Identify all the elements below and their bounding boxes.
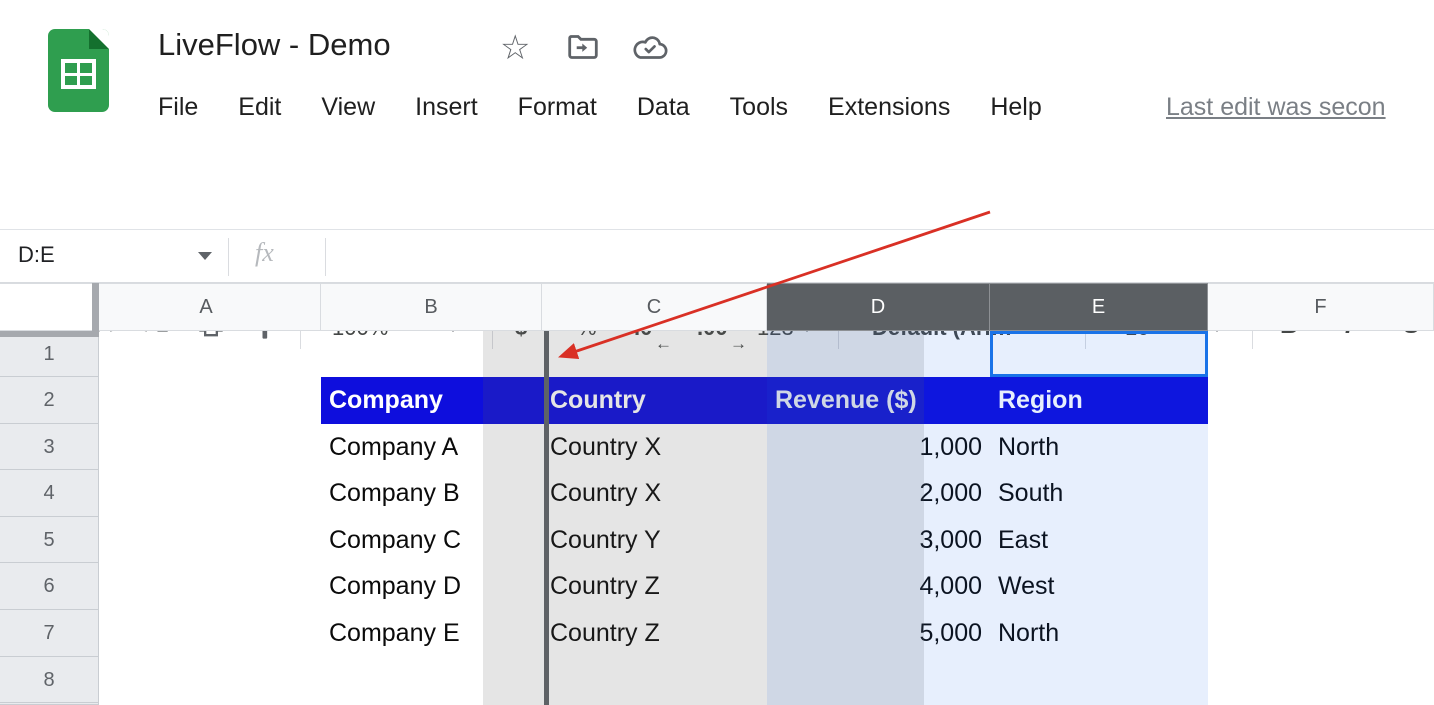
- toolbar: 100% $ % .0 ← .00 → 123 Default (Ari… 10…: [0, 142, 1434, 230]
- menu-item-file[interactable]: File: [158, 93, 198, 122]
- column-header-e-selected[interactable]: E: [990, 283, 1208, 331]
- column-header-a[interactable]: A: [92, 283, 321, 331]
- logo-grid: [61, 59, 96, 89]
- freeze-row-handle[interactable]: [0, 331, 99, 337]
- formula-input[interactable]: [340, 235, 1424, 277]
- row-header-2[interactable]: 2: [0, 377, 99, 424]
- menu-item-view[interactable]: View: [321, 93, 375, 122]
- row-header-4[interactable]: 4: [0, 470, 99, 517]
- row-header-8[interactable]: 8: [0, 657, 99, 703]
- row-header-5[interactable]: 5: [0, 517, 99, 563]
- column-header-d-selected[interactable]: D: [767, 283, 990, 331]
- select-all-corner[interactable]: [0, 283, 92, 331]
- document-title[interactable]: LiveFlow - Demo: [158, 27, 391, 63]
- move-to-folder-icon[interactable]: [566, 33, 600, 61]
- row-header-6[interactable]: 6: [0, 563, 99, 610]
- sheets-logo-icon[interactable]: [48, 29, 109, 112]
- menu-item-edit[interactable]: Edit: [238, 93, 281, 122]
- fx-icon: fx: [255, 238, 274, 268]
- column-header-b[interactable]: B: [321, 283, 542, 331]
- menu-item-tools[interactable]: Tools: [730, 93, 788, 122]
- column-insert-indicator: [544, 331, 549, 705]
- cloud-check-icon[interactable]: [632, 33, 668, 61]
- column-header-c[interactable]: C: [542, 283, 767, 331]
- menu-item-extensions[interactable]: Extensions: [828, 93, 950, 122]
- google-sheets-app: LiveFlow - Demo ☆ File Edit View Insert …: [0, 0, 1434, 705]
- column-selection-overlay: [767, 331, 1208, 705]
- last-edit-link[interactable]: Last edit was secon: [1166, 93, 1386, 122]
- active-cell-e1[interactable]: [990, 331, 1208, 377]
- menu-item-data[interactable]: Data: [637, 93, 690, 122]
- freeze-col-handle[interactable]: [92, 283, 99, 331]
- name-box-caret-icon[interactable]: [198, 252, 212, 260]
- star-icon[interactable]: ☆: [500, 28, 530, 68]
- menu-item-insert[interactable]: Insert: [415, 93, 478, 122]
- row-header-1[interactable]: 1: [0, 331, 99, 377]
- formula-bar: D:E fx: [0, 230, 1434, 283]
- column-header-f[interactable]: F: [1208, 283, 1434, 331]
- menu-item-help[interactable]: Help: [990, 93, 1041, 122]
- menu-item-format[interactable]: Format: [518, 93, 597, 122]
- name-box[interactable]: D:E: [18, 242, 55, 268]
- menubar: File Edit View Insert Format Data Tools …: [158, 86, 1042, 128]
- row-header-7[interactable]: 7: [0, 610, 99, 657]
- logo-fold: [89, 29, 109, 49]
- row-header-3[interactable]: 3: [0, 424, 99, 470]
